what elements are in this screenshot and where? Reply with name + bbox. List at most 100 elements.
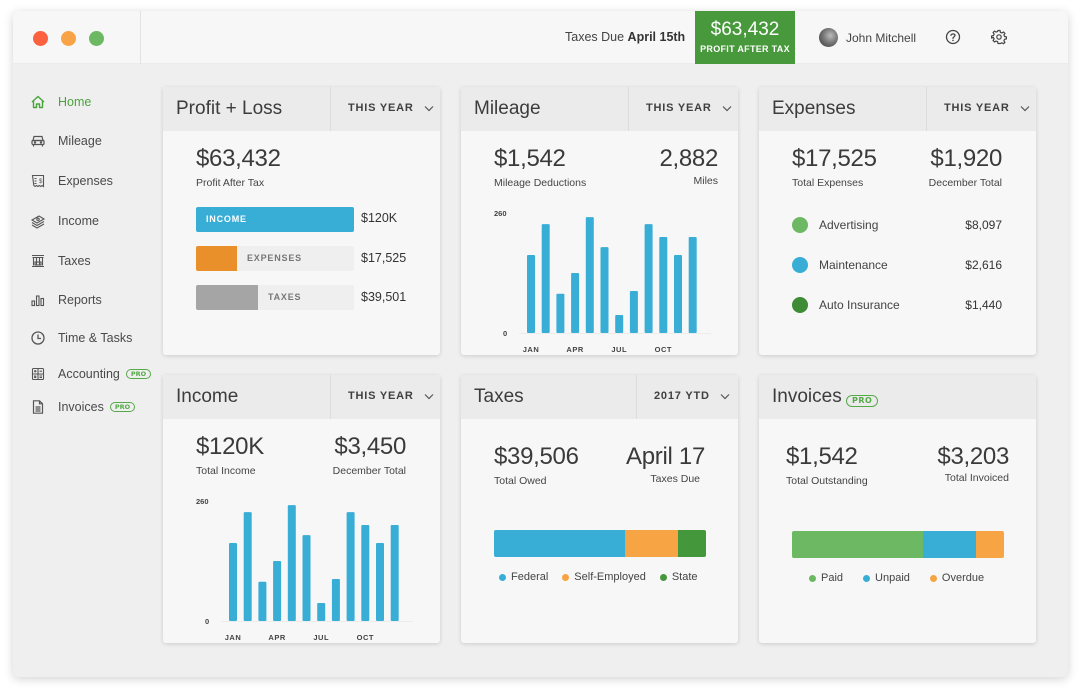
bar-dec[interactable] [390, 525, 399, 621]
bar-jul[interactable] [615, 315, 624, 333]
legend-item: Self-Employed [562, 571, 646, 583]
chevron-down-icon [424, 105, 434, 111]
sidebar-item-income[interactable]: Income [30, 211, 99, 231]
legend-label: State [671, 571, 698, 583]
card-title: Taxes [474, 386, 524, 407]
legend-item: State [659, 571, 698, 583]
x-tick-label-oct: OCT [357, 633, 374, 642]
period-dropdown-label: THIS YEAR [348, 102, 414, 114]
legend-dot [659, 573, 667, 581]
x-tick-label-jan: JAN [523, 345, 540, 354]
taxes-card: Taxes 2017 YTD $39,506 Total Owed April … [461, 375, 738, 643]
expense-category-row[interactable]: Auto Insurance $1,440 [792, 296, 1002, 314]
bar-apr[interactable] [571, 273, 580, 333]
bar-aug[interactable] [629, 291, 638, 333]
expenses-bar: EXPENSES [196, 246, 354, 271]
sidebar-item-home[interactable]: Home [30, 92, 91, 112]
period-dropdown[interactable]: THIS YEAR [348, 102, 434, 114]
period-dropdown-label: 2017 YTD [654, 390, 710, 402]
bar-jan[interactable] [527, 255, 535, 333]
period-dropdown[interactable]: 2017 YTD [654, 390, 730, 402]
bar-nov[interactable] [674, 255, 682, 333]
bar-oct[interactable] [361, 525, 370, 621]
invoices-breakdown-bar [792, 531, 1004, 558]
bar-may[interactable] [287, 505, 296, 621]
sidebar-item-expenses[interactable]: $ Expenses [30, 171, 113, 191]
home-icon [31, 95, 45, 109]
sidebar: Home Mileage $ Expenses Income Taxes Rep… [13, 65, 153, 677]
legend-item: Overdue [929, 572, 985, 584]
bar-jun[interactable] [302, 535, 311, 621]
sidebar-item-label: Accounting [58, 367, 120, 381]
sidebar-item-time-tasks[interactable]: Time & Tasks [30, 328, 132, 348]
income-bar-chart: 260 0 JAN APR JUL OCT [196, 497, 413, 642]
bar-aug[interactable] [331, 579, 340, 621]
sidebar-item-label: Reports [58, 293, 102, 307]
money-stack-icon [30, 215, 46, 229]
x-tick-label-jan: JAN [225, 633, 242, 642]
sidebar-item-invoices[interactable]: Invoices PRO [30, 397, 136, 417]
x-tick-label-apr: APR [566, 345, 583, 354]
legend-label: Overdue [941, 572, 985, 584]
legend-dot [863, 574, 871, 582]
total-owed-label: Total Owed [494, 475, 547, 487]
sidebar-item-label: Invoices [58, 400, 104, 414]
maximize-window-button[interactable] [89, 31, 104, 46]
user-menu[interactable]: John Mitchell [819, 28, 916, 47]
chevron-down-icon [720, 393, 730, 399]
bar-jul[interactable] [317, 603, 326, 621]
sidebar-item-reports[interactable]: Reports [30, 290, 102, 310]
period-dropdown[interactable]: THIS YEAR [944, 102, 1030, 114]
mileage-card: Mileage THIS YEAR $1,542 Mileage Deducti… [461, 87, 738, 355]
bar-jan[interactable] [229, 543, 237, 621]
calculator-icon [31, 367, 45, 381]
sidebar-item-label: Income [58, 214, 99, 228]
bar-feb[interactable] [541, 224, 550, 333]
legend-label: Unpaid [875, 572, 910, 584]
avatar [819, 28, 838, 47]
invoices-legend: Paid Unpaid Overdue [809, 572, 984, 584]
pro-badge: PRO [125, 369, 152, 379]
bar-jun[interactable] [600, 247, 609, 333]
taxes-due-notice: Taxes Due April 15th [565, 30, 685, 44]
category-value: $2,616 [965, 258, 1002, 272]
expense-category-row[interactable]: Advertising $8,097 [792, 216, 1002, 234]
bar-nov[interactable] [376, 543, 384, 621]
minimize-window-button[interactable] [61, 31, 76, 46]
taxes-segment-state [678, 530, 706, 557]
bar-mar[interactable] [556, 293, 565, 333]
profit-after-tax-badge[interactable]: $63,432 PROFIT AFTER TAX [695, 11, 795, 64]
december-total-label: December Total [928, 177, 1002, 189]
bar-sep[interactable] [644, 224, 653, 333]
total-invoiced-label: Total Invoiced [944, 472, 1009, 484]
card-title: Expenses [772, 98, 856, 119]
legend-item: Federal [499, 571, 548, 583]
gear-icon[interactable] [991, 29, 1007, 45]
bar-mar[interactable] [258, 581, 267, 621]
y-axis-max-label: 260 [196, 497, 209, 506]
income-bar: INCOME [196, 207, 354, 232]
sidebar-item-label: Time & Tasks [58, 331, 133, 345]
bar-sep[interactable] [346, 512, 355, 621]
bar-oct[interactable] [659, 237, 668, 333]
bar-apr[interactable] [273, 561, 282, 621]
bar-dec[interactable] [688, 237, 697, 333]
svg-text:$: $ [39, 179, 43, 185]
expense-category-row[interactable]: Maintenance $2,616 [792, 256, 1002, 274]
profit-label: PROFIT AFTER TAX [700, 44, 790, 54]
sidebar-item-mileage[interactable]: Mileage [30, 131, 102, 151]
x-tick-label-jul: JUL [611, 345, 627, 354]
bar-feb[interactable] [243, 512, 252, 621]
receipt-icon: $ [31, 174, 45, 188]
sidebar-item-accounting[interactable]: Accounting PRO [30, 364, 152, 384]
x-tick-label-jul: JUL [313, 633, 329, 642]
bar-may[interactable] [585, 217, 594, 333]
close-window-button[interactable] [33, 31, 48, 46]
help-icon[interactable] [945, 29, 961, 45]
taxes-bar: TAXES [196, 285, 354, 310]
income-value: $120K [361, 211, 398, 225]
sidebar-item-taxes[interactable]: Taxes [30, 251, 91, 271]
income-bar-label: INCOME [206, 214, 247, 224]
period-dropdown-label: THIS YEAR [944, 102, 1010, 114]
expenses-bar-label: EXPENSES [247, 253, 302, 263]
